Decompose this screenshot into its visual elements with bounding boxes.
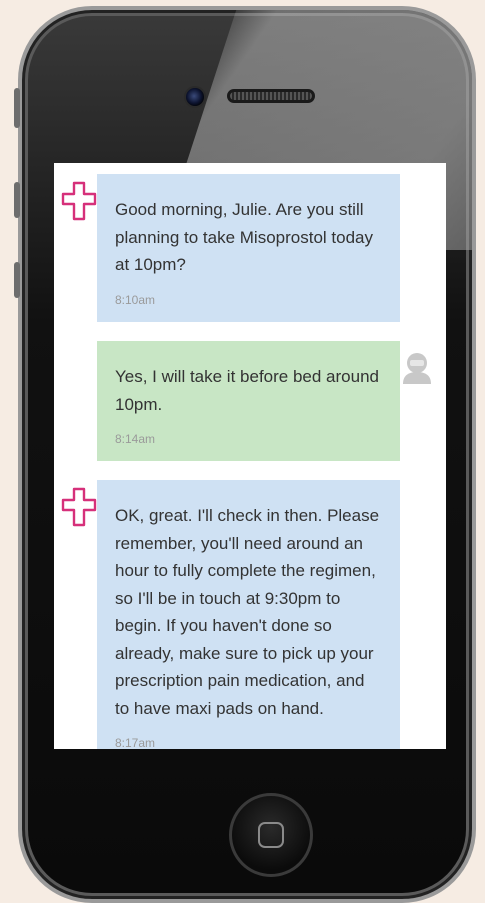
message-timestamp: 8:14am: [115, 432, 156, 446]
message-bubble-incoming: Good morning, Julie. Are you still plann…: [97, 174, 400, 322]
home-square-icon: [258, 822, 284, 848]
message-timestamp: 8:10am: [115, 292, 156, 307]
medical-cross-icon: [61, 487, 97, 527]
message-text: Good morning, Julie. Are you still plann…: [115, 200, 373, 274]
front-camera: [184, 86, 206, 108]
medical-cross-icon: [61, 181, 97, 221]
person-icon: [403, 353, 431, 384]
home-button[interactable]: [229, 793, 313, 877]
message-timestamp: 8:17am: [115, 736, 156, 749]
message-bubble-outgoing: Yes, I will take it before bed around 10…: [97, 341, 400, 461]
message-text: OK, great. I'll check in then. Please re…: [115, 506, 380, 718]
volume-up-button[interactable]: [14, 182, 20, 218]
message-text: Yes, I will take it before bed around 10…: [115, 367, 379, 414]
volume-down-button[interactable]: [14, 262, 20, 298]
message-bubble-incoming: OK, great. I'll check in then. Please re…: [97, 480, 400, 749]
mute-switch[interactable]: [14, 88, 20, 128]
earpiece-speaker: [227, 89, 315, 103]
chat-screen: Good morning, Julie. Are you still plann…: [54, 163, 446, 749]
